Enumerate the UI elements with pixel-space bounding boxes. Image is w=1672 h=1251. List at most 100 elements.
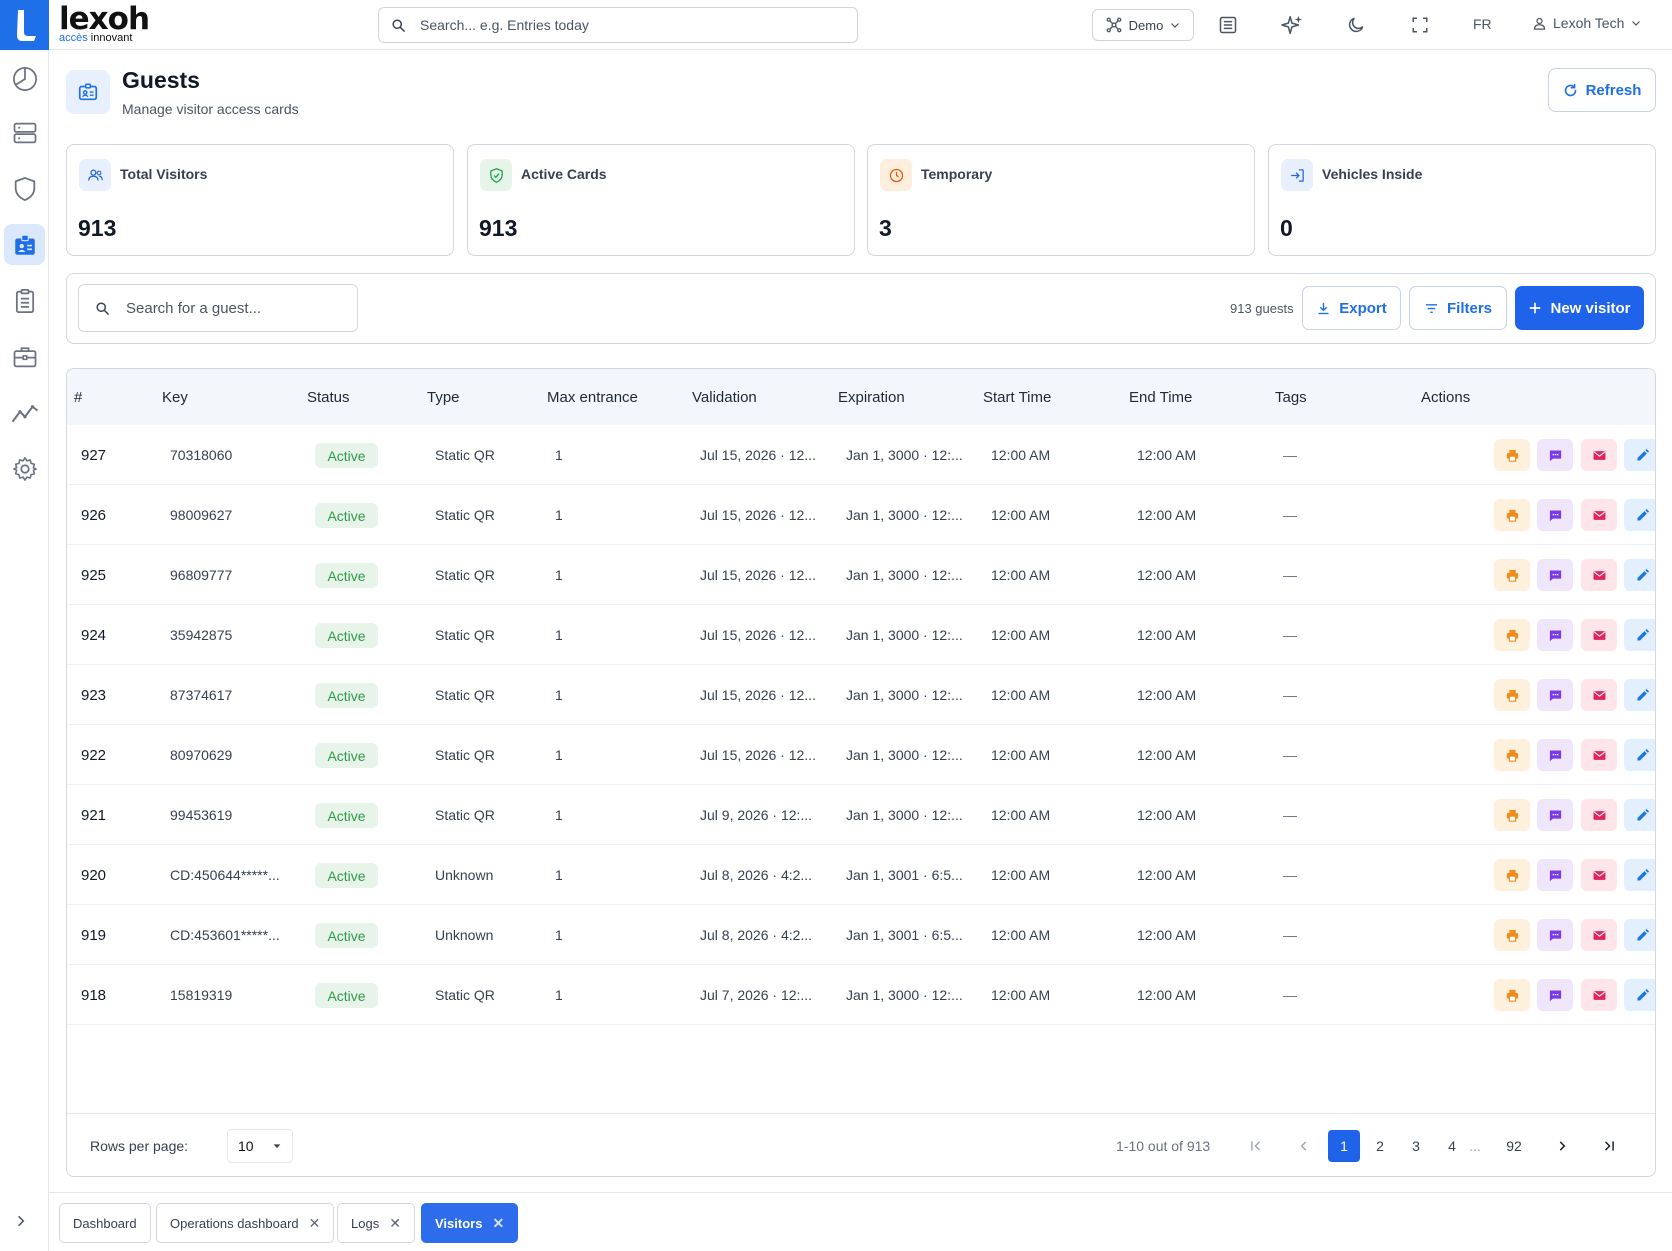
table-row[interactable]: 918 15819319 Active Static QR 1 Jul 7, 2026 ·… bbox=[67, 965, 1655, 1025]
print-icon[interactable] bbox=[1494, 979, 1530, 1011]
guest-search-input[interactable] bbox=[126, 299, 346, 317]
column-header-number[interactable]: # bbox=[74, 389, 82, 406]
table-row[interactable]: 921 99453619 Active Static QR 1 Jul 9, 2026 ·… bbox=[67, 785, 1655, 845]
print-icon[interactable] bbox=[1494, 499, 1530, 531]
pencil-icon[interactable] bbox=[1624, 919, 1655, 951]
close-icon[interactable]: ✕ bbox=[389, 1215, 401, 1232]
guest-search[interactable] bbox=[78, 284, 358, 332]
column-header-validation[interactable]: Validation bbox=[692, 389, 757, 406]
message-icon[interactable] bbox=[1537, 619, 1573, 651]
mail-icon[interactable] bbox=[1581, 499, 1617, 531]
column-header-end-time[interactable]: End Time bbox=[1129, 389, 1192, 406]
dark-mode-icon[interactable] bbox=[1344, 13, 1368, 37]
filters-button[interactable]: Filters bbox=[1409, 286, 1507, 330]
mail-icon[interactable] bbox=[1581, 799, 1617, 831]
export-button[interactable]: Export bbox=[1302, 286, 1401, 330]
table-row[interactable]: 919 CD:453601*****... Active Unknown 1 Jul 8,… bbox=[67, 905, 1655, 965]
print-icon[interactable] bbox=[1494, 739, 1530, 771]
table-row[interactable]: 925 96809777 Active Static QR 1 Jul 15, 2026 … bbox=[67, 545, 1655, 605]
page-last-button[interactable]: 92 bbox=[1498, 1130, 1530, 1162]
pencil-icon[interactable] bbox=[1624, 859, 1655, 891]
column-header-start-time[interactable]: Start Time bbox=[983, 389, 1051, 406]
tab-visitors[interactable]: Visitors ✕ bbox=[421, 1203, 519, 1243]
pencil-icon[interactable] bbox=[1624, 499, 1655, 531]
close-icon[interactable]: ✕ bbox=[309, 1215, 321, 1232]
sidebar-item-dashboard[interactable] bbox=[4, 58, 45, 99]
rows-per-page-select[interactable]: 10 bbox=[227, 1129, 293, 1163]
message-icon[interactable] bbox=[1537, 679, 1573, 711]
sparkles-icon[interactable] bbox=[1280, 13, 1304, 37]
mail-icon[interactable] bbox=[1581, 859, 1617, 891]
user-menu[interactable]: Lexoh Tech bbox=[1532, 15, 1642, 31]
message-icon[interactable] bbox=[1537, 739, 1573, 771]
pencil-icon[interactable] bbox=[1624, 799, 1655, 831]
print-icon[interactable] bbox=[1494, 859, 1530, 891]
column-header-expiration[interactable]: Expiration bbox=[838, 389, 905, 406]
pencil-icon[interactable] bbox=[1624, 979, 1655, 1011]
page-2-button[interactable]: 2 bbox=[1364, 1130, 1396, 1162]
global-search-input[interactable] bbox=[420, 17, 840, 33]
tab-dashboard[interactable]: Dashboard bbox=[59, 1203, 151, 1243]
mail-icon[interactable] bbox=[1581, 979, 1617, 1011]
page-3-button[interactable]: 3 bbox=[1400, 1130, 1432, 1162]
fullscreen-icon[interactable] bbox=[1408, 13, 1432, 37]
previous-page-icon[interactable] bbox=[1288, 1130, 1320, 1162]
table-row[interactable]: 922 80970629 Active Static QR 1 Jul 15, 2026 … bbox=[67, 725, 1655, 785]
message-icon[interactable] bbox=[1537, 559, 1573, 591]
sidebar-item-settings[interactable] bbox=[4, 448, 45, 489]
list-view-icon[interactable] bbox=[1216, 13, 1240, 37]
sidebar-item-toolbox[interactable] bbox=[4, 336, 45, 377]
column-header-tags[interactable]: Tags bbox=[1275, 389, 1307, 406]
column-header-type[interactable]: Type bbox=[427, 389, 460, 406]
table-row[interactable]: 927 70318060 Active Static QR 1 Jul 15, 2026 … bbox=[67, 425, 1655, 485]
column-header-status[interactable]: Status bbox=[307, 389, 350, 406]
message-icon[interactable] bbox=[1537, 919, 1573, 951]
print-icon[interactable] bbox=[1494, 799, 1530, 831]
message-icon[interactable] bbox=[1537, 859, 1573, 891]
sidebar-item-servers[interactable] bbox=[4, 112, 45, 153]
close-icon[interactable]: ✕ bbox=[492, 1215, 504, 1232]
mail-icon[interactable] bbox=[1581, 619, 1617, 651]
mail-icon[interactable] bbox=[1581, 919, 1617, 951]
mail-icon[interactable] bbox=[1581, 739, 1617, 771]
column-header-max-entrance[interactable]: Max entrance bbox=[547, 389, 638, 406]
pencil-icon[interactable] bbox=[1624, 439, 1655, 471]
table-row[interactable]: 923 87374617 Active Static QR 1 Jul 15, 2026 … bbox=[67, 665, 1655, 725]
refresh-button[interactable]: Refresh bbox=[1548, 68, 1656, 112]
column-header-key[interactable]: Key bbox=[162, 389, 188, 406]
sidebar-item-guests[interactable] bbox=[4, 224, 45, 265]
print-icon[interactable] bbox=[1494, 559, 1530, 591]
print-icon[interactable] bbox=[1494, 679, 1530, 711]
pencil-icon[interactable] bbox=[1624, 619, 1655, 651]
logo-mark[interactable] bbox=[0, 0, 49, 50]
tab-operations-dashboard[interactable]: Operations dashboard ✕ bbox=[156, 1203, 335, 1243]
message-icon[interactable] bbox=[1537, 439, 1573, 471]
first-page-icon[interactable] bbox=[1240, 1130, 1272, 1162]
sidebar-item-security[interactable] bbox=[4, 168, 45, 209]
tab-logs[interactable]: Logs ✕ bbox=[337, 1203, 415, 1243]
mail-icon[interactable] bbox=[1581, 559, 1617, 591]
sidebar-expand-icon[interactable] bbox=[14, 1212, 28, 1233]
table-row[interactable]: 926 98009627 Active Static QR 1 Jul 15, 2026 … bbox=[67, 485, 1655, 545]
next-page-icon[interactable] bbox=[1546, 1130, 1578, 1162]
new-visitor-button[interactable]: New visitor bbox=[1515, 286, 1644, 330]
print-icon[interactable] bbox=[1494, 919, 1530, 951]
page-1-button[interactable]: 1 bbox=[1328, 1130, 1360, 1162]
last-page-icon[interactable] bbox=[1593, 1130, 1625, 1162]
mail-icon[interactable] bbox=[1581, 439, 1617, 471]
mail-icon[interactable] bbox=[1581, 679, 1617, 711]
message-icon[interactable] bbox=[1537, 499, 1573, 531]
table-row[interactable]: 920 CD:450644*****... Active Unknown 1 Jul 8,… bbox=[67, 845, 1655, 905]
pencil-icon[interactable] bbox=[1624, 679, 1655, 711]
workspace-selector[interactable]: Demo bbox=[1092, 9, 1194, 41]
page-4-button[interactable]: 4 bbox=[1436, 1130, 1468, 1162]
pencil-icon[interactable] bbox=[1624, 559, 1655, 591]
print-icon[interactable] bbox=[1494, 619, 1530, 651]
language-toggle[interactable]: FR bbox=[1473, 16, 1492, 32]
sidebar-item-analytics[interactable] bbox=[4, 392, 45, 433]
message-icon[interactable] bbox=[1537, 979, 1573, 1011]
sidebar-item-reports[interactable] bbox=[4, 280, 45, 321]
pencil-icon[interactable] bbox=[1624, 739, 1655, 771]
message-icon[interactable] bbox=[1537, 799, 1573, 831]
table-row[interactable]: 924 35942875 Active Static QR 1 Jul 15, 2026 … bbox=[67, 605, 1655, 665]
